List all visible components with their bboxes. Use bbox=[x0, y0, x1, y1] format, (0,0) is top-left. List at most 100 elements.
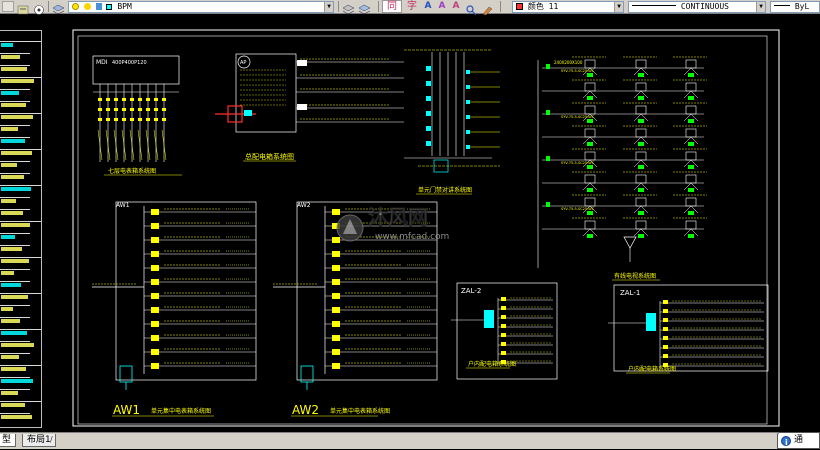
floor-mark bbox=[546, 110, 550, 115]
breaker-mark bbox=[501, 297, 506, 301]
lineweight-dropdown[interactable]: ByL bbox=[770, 1, 820, 13]
chevron-down-icon[interactable]: ▼ bbox=[614, 2, 623, 12]
tool-palette[interactable] bbox=[0, 30, 42, 428]
box-rating-label: 400P400P120 bbox=[112, 60, 147, 66]
breaker-mark bbox=[130, 108, 134, 111]
palette-entry[interactable] bbox=[1, 271, 14, 275]
seventh-floor-title: 七层电表箱系统图 bbox=[108, 167, 156, 175]
breaker-mark bbox=[146, 108, 150, 111]
mdi-tag: MDI bbox=[96, 59, 108, 66]
breaker-mark bbox=[663, 336, 668, 340]
palette-entry[interactable] bbox=[1, 187, 31, 191]
layer-properties-icon[interactable] bbox=[17, 1, 29, 15]
previous-layer-icon[interactable] bbox=[358, 1, 371, 15]
palette-entry[interactable] bbox=[1, 139, 25, 143]
meter-mark bbox=[151, 209, 159, 215]
palette-entry[interactable] bbox=[1, 367, 26, 371]
palette-entry[interactable] bbox=[1, 223, 30, 227]
palette-entry[interactable] bbox=[1, 211, 23, 215]
door-phone-system-diagram: 单元门禁对讲系统图 bbox=[404, 49, 500, 195]
linetype-dropdown[interactable]: CONTINUOUS ▼ bbox=[628, 1, 766, 13]
palette-entry[interactable] bbox=[1, 295, 28, 299]
palette-entry[interactable] bbox=[1, 391, 18, 395]
palette-entry[interactable] bbox=[1, 355, 19, 359]
palette-entry[interactable] bbox=[1, 163, 17, 167]
breaker-mark bbox=[114, 108, 118, 111]
palette-entry[interactable] bbox=[1, 115, 33, 119]
palette-divider bbox=[0, 221, 41, 222]
notification-tooltip[interactable]: 通 bbox=[777, 432, 820, 450]
palette-entry[interactable] bbox=[1, 43, 13, 47]
palette-entry[interactable] bbox=[1, 415, 32, 419]
layer-dropdown[interactable]: BPM ▼ bbox=[68, 1, 334, 13]
breaker-mark bbox=[501, 351, 506, 355]
palette-divider bbox=[0, 305, 30, 306]
meter-mark bbox=[151, 335, 159, 341]
seventh-floor-meter-box-diagram: MDI 400P400P120 七层电表箱系统图 bbox=[92, 55, 182, 176]
breaker-mark bbox=[501, 315, 506, 319]
aw2-title-code: AW2 bbox=[292, 403, 319, 417]
palette-entry[interactable] bbox=[1, 307, 13, 311]
palette-entry[interactable] bbox=[1, 247, 22, 251]
breaker-mark bbox=[501, 342, 506, 346]
palette-entry[interactable] bbox=[1, 103, 26, 107]
text-justify-button[interactable]: A bbox=[450, 0, 462, 13]
palette-entry[interactable] bbox=[1, 343, 34, 347]
breaker-mark bbox=[138, 98, 142, 101]
model-space-canvas[interactable]: MDI 400P400P120 七层电表箱系统图 AP 总配电箱系统图 单元门禁… bbox=[0, 14, 820, 432]
chevron-down-icon[interactable]: ▼ bbox=[756, 2, 765, 12]
text-style-button[interactable]: 同 bbox=[382, 0, 402, 13]
palette-divider bbox=[0, 197, 30, 198]
palette-entry[interactable] bbox=[1, 79, 34, 83]
text-find-icon[interactable] bbox=[465, 1, 477, 16]
breaker-mark bbox=[98, 108, 102, 111]
watermark-url: www.mfcad.com bbox=[375, 232, 449, 242]
palette-entry[interactable] bbox=[1, 91, 19, 95]
palette-entry[interactable] bbox=[1, 151, 32, 155]
outlet-mark bbox=[688, 73, 694, 77]
layer-states-button[interactable] bbox=[2, 1, 14, 12]
paint-brush-icon[interactable] bbox=[481, 1, 493, 16]
breaker-mark bbox=[501, 333, 506, 337]
tab-model[interactable]: 型 bbox=[0, 434, 17, 447]
breaker-mark bbox=[106, 98, 110, 101]
tap-box bbox=[584, 220, 596, 230]
tap-spec-label: SYV-75-5-SC25-WC bbox=[561, 115, 595, 119]
palette-entry[interactable] bbox=[1, 319, 20, 323]
notification-text: 通 bbox=[794, 435, 804, 445]
breaker-mark bbox=[106, 108, 110, 111]
palette-entry[interactable] bbox=[1, 67, 27, 71]
color-dropdown[interactable]: 颜色 11 ▼ bbox=[512, 1, 624, 13]
make-current-icon[interactable] bbox=[33, 1, 45, 15]
palette-entry[interactable] bbox=[1, 175, 24, 179]
palette-entry[interactable] bbox=[1, 199, 16, 203]
zal1-title: 户内配电箱系统图 bbox=[628, 365, 676, 373]
palette-entry[interactable] bbox=[1, 127, 18, 131]
palette-entry[interactable] bbox=[1, 235, 15, 239]
layer-stack-icon[interactable] bbox=[52, 1, 65, 15]
tab-close-icon[interactable]: / bbox=[50, 435, 53, 444]
palette-entry[interactable] bbox=[1, 259, 29, 263]
meter-mark bbox=[151, 251, 159, 257]
palette-entry[interactable] bbox=[1, 55, 20, 59]
floor-mark bbox=[546, 202, 550, 207]
palette-divider bbox=[0, 341, 30, 342]
palette-entry[interactable] bbox=[1, 379, 33, 383]
match-layer-icon[interactable] bbox=[342, 1, 355, 15]
tap-box bbox=[685, 151, 697, 161]
text-scale-button[interactable]: A bbox=[436, 0, 448, 13]
text-edit-button[interactable]: 字 bbox=[404, 0, 420, 13]
palette-divider bbox=[0, 77, 41, 78]
palette-entry[interactable] bbox=[1, 331, 27, 335]
meter-mark bbox=[332, 349, 340, 355]
text-align-button[interactable]: A bbox=[422, 0, 434, 13]
palette-entry[interactable] bbox=[1, 403, 25, 407]
breaker-mark bbox=[146, 118, 150, 121]
outlet-mark bbox=[688, 234, 694, 238]
breaker-mark bbox=[106, 118, 110, 121]
tap-spec-label: SYV-75-5-SC25-WC bbox=[561, 161, 595, 165]
palette-divider bbox=[0, 401, 41, 402]
meter-mark bbox=[332, 237, 340, 243]
chevron-down-icon[interactable]: ▼ bbox=[324, 2, 333, 12]
palette-entry[interactable] bbox=[1, 283, 21, 287]
